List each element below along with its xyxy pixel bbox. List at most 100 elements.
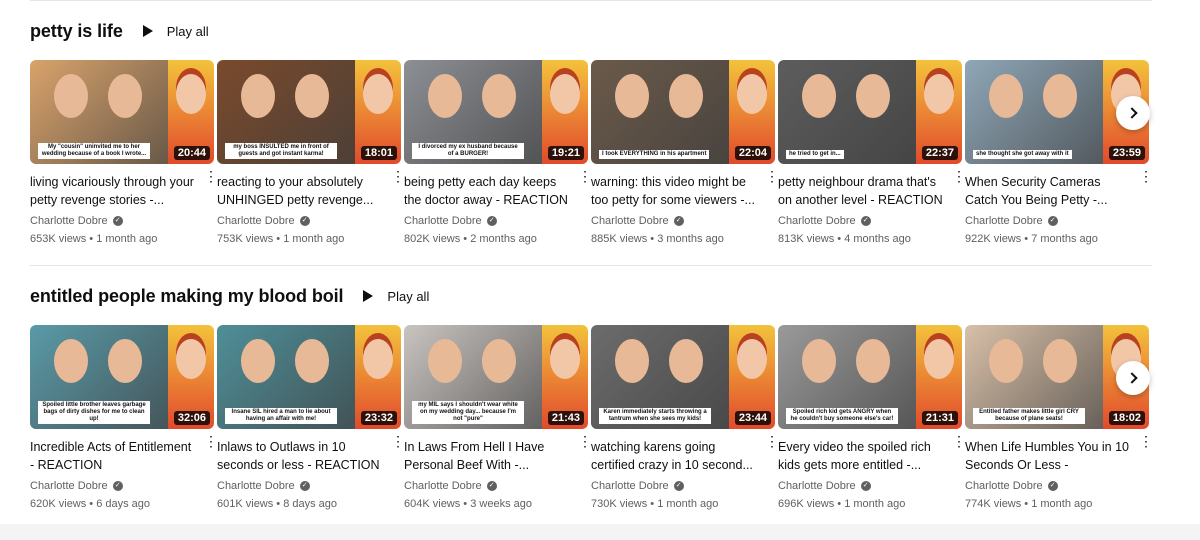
channel-name[interactable]: Charlotte Dobre [404,480,482,492]
video-thumbnail[interactable]: My "cousin" uninvited me to her wedding … [30,60,214,164]
video-thumbnail[interactable]: my boss INSULTED me in front of guests a… [217,60,401,164]
chevron-right-icon [1125,107,1138,119]
thumbnail-face [802,74,836,118]
shelf-entitled-people: entitled people making my blood boil Pla… [30,281,1170,515]
thumbnail-caption: My "cousin" uninvited me to her wedding … [38,143,150,159]
thumbnail-caption: he tried to get in... [786,150,844,159]
more-vert-icon[interactable]: ⋮ [765,169,779,183]
channel-name[interactable]: Charlotte Dobre [30,215,108,227]
video-card[interactable]: My "cousin" uninvited me to her wedding … [30,60,218,245]
more-vert-icon[interactable]: ⋮ [391,434,405,448]
channel-row: Charlotte Dobre ✓ [778,215,944,227]
video-thumbnail[interactable]: Karen immediately starts throwing a tant… [591,325,775,429]
shelf-title[interactable]: entitled people making my blood boil [30,286,344,307]
chevron-right-icon [1125,372,1138,384]
shelf-next-button[interactable] [1116,361,1150,395]
more-vert-icon[interactable]: ⋮ [204,169,218,183]
video-title[interactable]: petty neighbour drama that's on another … [778,174,944,209]
channel-name[interactable]: Charlotte Dobre [965,215,1043,227]
video-title[interactable]: warning: this video might be too petty f… [591,174,757,209]
more-vert-icon[interactable]: ⋮ [952,169,966,183]
video-title[interactable]: Inlaws to Outlaws in 10 seconds or less … [217,439,383,474]
play-all-button[interactable]: Play all [142,24,209,39]
thumbnail-face [54,339,88,383]
video-title[interactable]: When Life Humbles You in 10 Seconds Or L… [965,439,1131,474]
thumbnail-face [615,74,649,118]
video-card[interactable]: she thought she got away with it 23:59 Whe… [965,60,1153,245]
video-card[interactable]: he tried to get in... 22:37 petty neighbou… [778,60,966,245]
more-vert-icon[interactable]: ⋮ [952,434,966,448]
channel-name[interactable]: Charlotte Dobre [217,480,295,492]
video-card[interactable]: I divorced my ex husband because of a BU… [404,60,592,245]
video-thumbnail[interactable]: my MIL says I shouldn't wear white on my… [404,325,588,429]
channel-name[interactable]: Charlotte Dobre [778,215,856,227]
video-card[interactable]: Spoiled little brother leaves garbage ba… [30,325,218,510]
video-meta: petty neighbour drama that's on another … [778,164,966,245]
video-title[interactable]: living vicariously through your petty re… [30,174,196,209]
video-stats: 696K views • 1 month ago [778,498,906,510]
video-thumbnail[interactable]: I took EVERYTHING in his apartment 22:04 [591,60,775,164]
play-all-button[interactable]: Play all [363,289,429,304]
more-vert-icon[interactable]: ⋮ [204,434,218,448]
channel-row: Charlotte Dobre ✓ [30,215,196,227]
shelf-title[interactable]: petty is life [30,21,123,42]
shelf-next-button[interactable] [1116,96,1150,130]
video-card[interactable]: Spoiled rich kid gets ANGRY when he coul… [778,325,966,510]
play-all-label: Play all [387,288,430,304]
video-title[interactable]: When Security Cameras Catch You Being Pe… [965,174,1131,209]
video-title[interactable]: reacting to your absolutely UNHINGED pet… [217,174,383,209]
channel-name[interactable]: Charlotte Dobre [778,480,856,492]
verified-check-icon: ✓ [486,481,497,491]
duration-badge: 20:44 [173,146,210,160]
video-thumbnail[interactable]: he tried to get in... 22:37 [778,60,962,164]
thumbnail-image: Spoiled little brother leaves garbage ba… [30,325,168,429]
more-vert-icon[interactable]: ⋮ [578,169,592,183]
channel-name[interactable]: Charlotte Dobre [30,480,108,492]
video-thumbnail[interactable]: I divorced my ex husband because of a BU… [404,60,588,164]
channel-row: Charlotte Dobre ✓ [404,215,570,227]
more-vert-icon[interactable]: ⋮ [1139,169,1153,183]
thumbnail-caption: my MIL says I shouldn't wear white on my… [412,401,524,424]
video-stats: 601K views • 8 days ago [217,498,338,510]
thumbnail-face [856,339,890,383]
thumbnail-face [428,74,462,118]
video-stats: 774K views • 1 month ago [965,498,1093,510]
thumbnail-face [428,339,462,383]
channel-name[interactable]: Charlotte Dobre [217,215,295,227]
video-thumbnail[interactable]: Insane SIL hired a man to lie about havi… [217,325,401,429]
video-thumbnail[interactable]: Spoiled rich kid gets ANGRY when he coul… [778,325,962,429]
video-meta: In Laws From Hell I Have Personal Beef W… [404,429,592,510]
channel-name[interactable]: Charlotte Dobre [591,215,669,227]
video-title[interactable]: In Laws From Hell I Have Personal Beef W… [404,439,570,474]
video-meta: When Security Cameras Catch You Being Pe… [965,164,1153,245]
video-title[interactable]: Every video the spoiled rich kids gets m… [778,439,944,474]
thumbnail-face [54,74,88,118]
thumbnail-face [108,74,142,118]
verified-check-icon: ✓ [112,216,123,226]
channel-name[interactable]: Charlotte Dobre [404,215,482,227]
video-stats: 753K views • 1 month ago [217,233,345,245]
thumbnail-face [1043,339,1077,383]
channel-name[interactable]: Charlotte Dobre [591,480,669,492]
video-card[interactable]: my MIL says I shouldn't wear white on my… [404,325,592,510]
channel-row: Charlotte Dobre ✓ [591,480,757,492]
channel-name[interactable]: Charlotte Dobre [965,480,1043,492]
more-vert-icon[interactable]: ⋮ [391,169,405,183]
video-title[interactable]: Incredible Acts of Entitlement - REACTIO… [30,439,196,474]
video-card[interactable]: I took EVERYTHING in his apartment 22:04 w… [591,60,779,245]
more-vert-icon[interactable]: ⋮ [765,434,779,448]
more-vert-icon[interactable]: ⋮ [1139,434,1153,448]
thumbnail-image: Spoiled rich kid gets ANGRY when he coul… [778,325,916,429]
video-title[interactable]: being petty each day keeps the doctor aw… [404,174,570,209]
video-title[interactable]: watching karens going certified crazy in… [591,439,757,474]
video-meta: watching karens going certified crazy in… [591,429,779,510]
thumbnail-caption: she thought she got away with it [973,150,1072,159]
video-card[interactable]: my boss INSULTED me in front of guests a… [217,60,405,245]
video-card[interactable]: Entitled father makes little girl CRY be… [965,325,1153,510]
video-card[interactable]: Insane SIL hired a man to lie about havi… [217,325,405,510]
verified-check-icon: ✓ [673,216,684,226]
thumbnail-face [989,339,1023,383]
video-thumbnail[interactable]: Spoiled little brother leaves garbage ba… [30,325,214,429]
more-vert-icon[interactable]: ⋮ [578,434,592,448]
video-card[interactable]: Karen immediately starts throwing a tant… [591,325,779,510]
